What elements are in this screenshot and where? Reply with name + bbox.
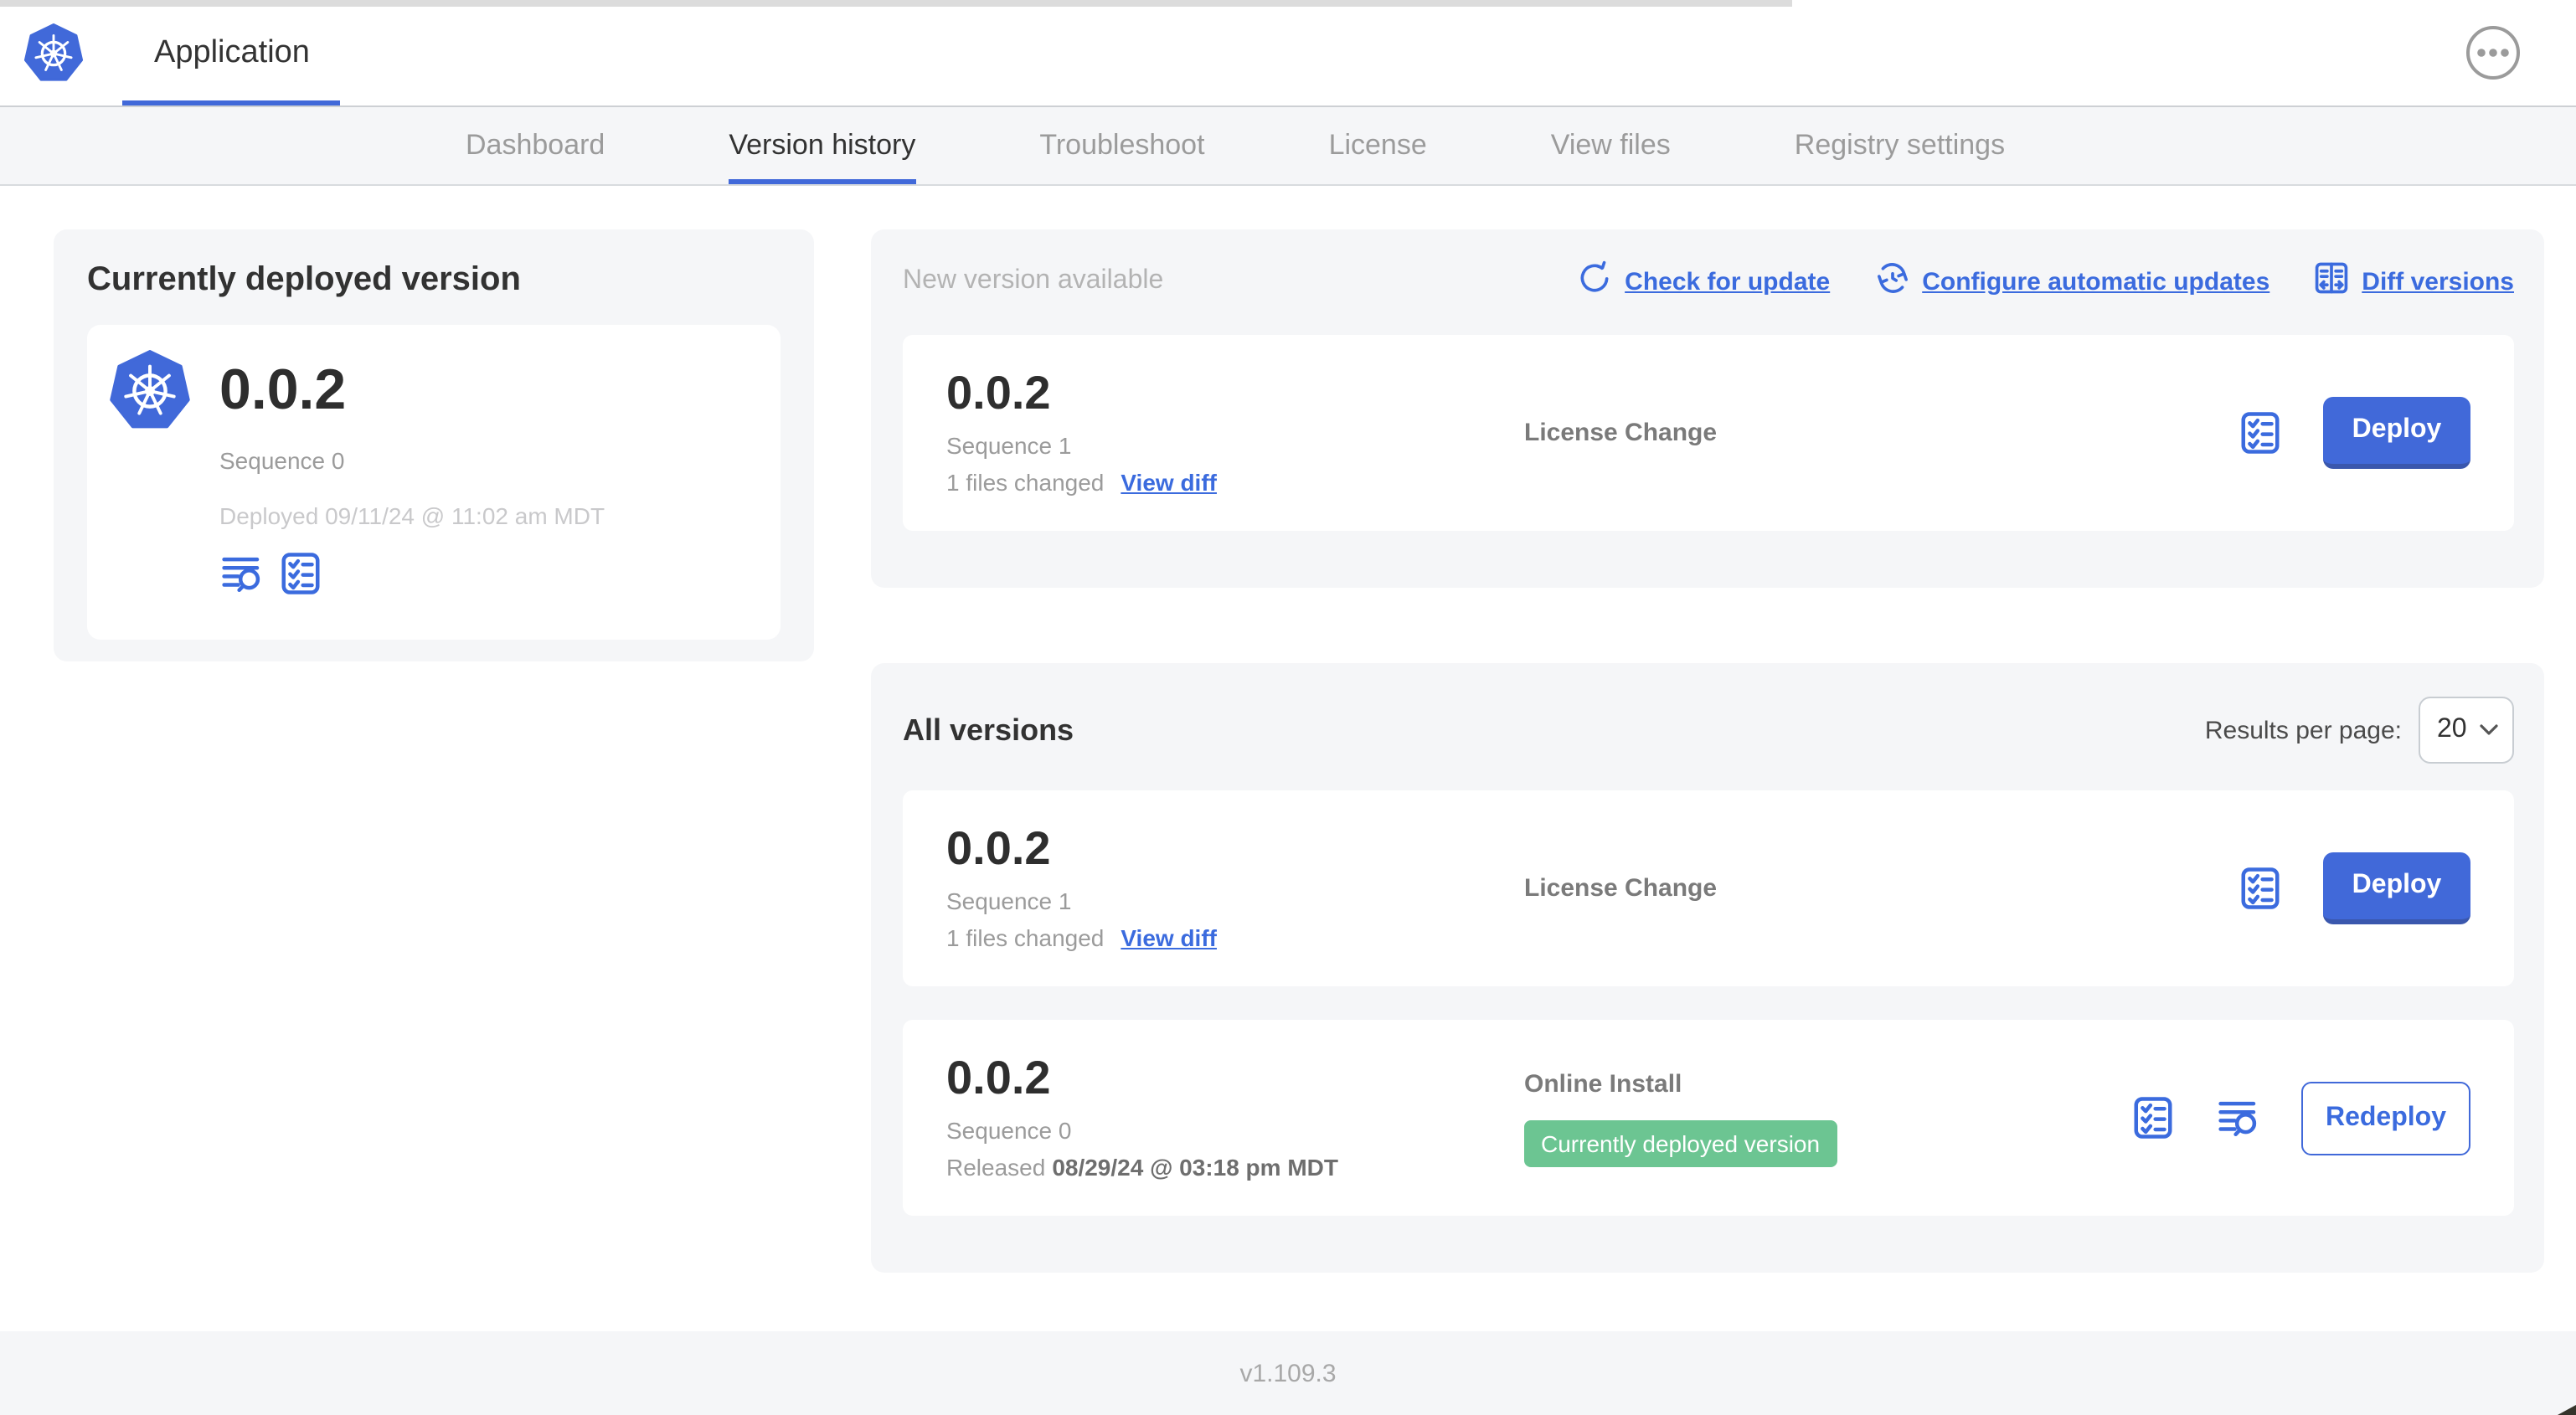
- new-version-section: New version available Check for update C…: [871, 229, 2544, 588]
- files-changed-text: 1 files changed: [946, 469, 1105, 496]
- redeploy-button[interactable]: Redeploy: [2301, 1081, 2470, 1155]
- deployed-sequence: Sequence 0: [219, 447, 345, 474]
- view-diff-link[interactable]: View diff: [1121, 924, 1217, 951]
- version-number: 0.0.2: [946, 1052, 1051, 1104]
- check-for-update-link[interactable]: Check for update: [1576, 259, 1830, 304]
- diff-versions-link[interactable]: Diff versions: [2313, 259, 2514, 304]
- tab-view-files[interactable]: View files: [1551, 107, 1671, 184]
- kubernetes-logo-icon: [23, 23, 84, 82]
- tab-troubleshoot[interactable]: Troubleshoot: [1039, 107, 1204, 184]
- active-app-indicator: [122, 100, 340, 105]
- page-footer: v1.109.3: [0, 1331, 2576, 1415]
- currently-deployed-badge: Currently deployed version: [1524, 1119, 1837, 1166]
- top-edge-strip: [0, 0, 1792, 7]
- deploy-button[interactable]: Deploy: [2323, 397, 2470, 469]
- preflight-checks-icon[interactable]: [2238, 866, 2283, 911]
- overflow-menu-button[interactable]: [2465, 25, 2521, 80]
- deployed-version-number: 0.0.2: [219, 358, 347, 421]
- chevron-down-icon: [2479, 715, 2499, 745]
- deploy-button[interactable]: Deploy: [2323, 852, 2470, 924]
- preflight-checks-icon[interactable]: [2130, 1095, 2176, 1140]
- ellipsis-icon: [2465, 26, 2521, 85]
- view-diff-link[interactable]: View diff: [1121, 469, 1217, 496]
- version-number: 0.0.2: [946, 367, 1051, 419]
- version-row: 0.0.2 Sequence 1 1 files changed View dif…: [903, 790, 2514, 986]
- version-source: License Change: [1524, 874, 1718, 903]
- new-version-row: 0.0.2 Sequence 1 1 files changed View dif…: [903, 335, 2514, 531]
- files-changed-text: 1 files changed: [946, 924, 1105, 951]
- tab-registry-settings[interactable]: Registry settings: [1795, 107, 2005, 184]
- version-row: 0.0.2 Sequence 0 Released 08/29/24 @ 03:1…: [903, 1020, 2514, 1216]
- kubernetes-app-icon: [109, 350, 191, 430]
- view-logs-icon[interactable]: [2216, 1095, 2261, 1140]
- version-number: 0.0.2: [946, 822, 1051, 874]
- currently-deployed-card: Currently deployed version 0.0.2 Sequenc…: [54, 229, 814, 661]
- version-source: Online Install: [1524, 1069, 1682, 1098]
- deployed-version-card: 0.0.2 Sequence 0 Deployed 09/11/24 @ 11:…: [87, 325, 781, 640]
- view-logs-icon[interactable]: [219, 551, 265, 596]
- app-title-tab[interactable]: Application: [154, 0, 310, 100]
- tab-license[interactable]: License: [1329, 107, 1427, 184]
- preflight-checks-icon[interactable]: [278, 551, 323, 596]
- refresh-icon: [1576, 259, 1613, 304]
- all-versions-title: All versions: [903, 713, 1074, 746]
- deployed-timestamp: Deployed 09/11/24 @ 11:02 am MDT: [219, 502, 605, 529]
- released-label: Released: [946, 1154, 1046, 1181]
- new-version-title: New version available: [903, 266, 1164, 295]
- tab-bar: Dashboard Version history Troubleshoot L…: [0, 105, 2576, 186]
- admin-console-page: Application Dashboard Version history Tr…: [0, 0, 2576, 1415]
- version-source: License Change: [1524, 419, 1718, 447]
- released-timestamp: 08/29/24 @ 03:18 pm MDT: [1052, 1154, 1338, 1181]
- results-per-page-label: Results per page:: [2204, 716, 2402, 744]
- schedule-sync-icon: [1873, 259, 1910, 304]
- deployed-card-title: Currently deployed version: [87, 261, 521, 298]
- console-version: v1.109.3: [1239, 1359, 1337, 1387]
- version-sequence: Sequence 0: [946, 1117, 1072, 1144]
- all-versions-section: All versions Results per page: 20 0.0.2 …: [871, 663, 2544, 1273]
- version-sequence: Sequence 1: [946, 432, 1072, 459]
- configure-automatic-updates-link[interactable]: Configure automatic updates: [1873, 259, 2269, 304]
- version-sequence: Sequence 1: [946, 888, 1072, 914]
- tab-dashboard[interactable]: Dashboard: [466, 107, 605, 184]
- diff-icon: [2313, 259, 2350, 304]
- preflight-checks-icon[interactable]: [2238, 410, 2283, 455]
- content-area: Currently deployed version 0.0.2 Sequenc…: [0, 186, 2576, 1331]
- results-per-page-select[interactable]: 20: [2419, 697, 2514, 764]
- app-header: Application: [0, 0, 2576, 105]
- tab-version-history[interactable]: Version history: [729, 107, 916, 184]
